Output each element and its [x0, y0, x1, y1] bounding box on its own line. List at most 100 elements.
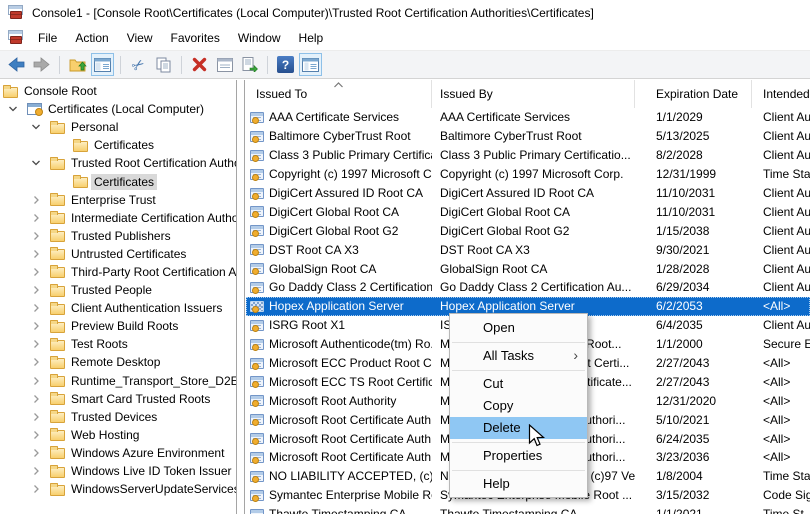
show-hide-action-pane-button[interactable] [299, 53, 322, 76]
certificate-icon [250, 168, 264, 181]
tree-item[interactable]: WindowsServerUpdateServices [0, 480, 236, 498]
context-menu-item-open[interactable]: Open [450, 317, 587, 339]
tree-item[interactable]: Windows Azure Environment [0, 444, 236, 462]
tree-item-label: Web Hosting [71, 427, 140, 442]
menu-bar: File Action View Favorites Window Help [0, 26, 810, 50]
expiration-date-cell: 1/15/2038 [656, 223, 710, 238]
certificate-row[interactable]: DigiCert Global Root G2 DigiCert Global … [246, 221, 810, 240]
back-button[interactable] [5, 53, 28, 76]
tree-item[interactable]: Third-Party Root Certification Authoriti… [0, 263, 236, 281]
certificate-row[interactable]: Go Daddy Class 2 Certification ... Go Da… [246, 278, 810, 297]
tree-expander-expanded-icon[interactable] [8, 104, 27, 114]
context-menu-item-all-tasks[interactable]: All Tasks › [450, 345, 587, 367]
menu-view[interactable]: View [118, 28, 162, 48]
tree-item[interactable]: Windows Live ID Token Issuer [0, 462, 236, 480]
menu-window[interactable]: Window [229, 28, 290, 48]
tree-item[interactable]: Smart Card Trusted Roots [0, 390, 236, 408]
column-header-intended-purposes[interactable]: Intended Purposes [752, 80, 810, 108]
certificate-row[interactable]: Thawte Timestamping CA Thawte Timestampi… [246, 505, 810, 514]
tree-item[interactable]: Certificates (Local Computer) [0, 100, 236, 118]
context-menu-item-properties[interactable]: Properties [450, 445, 587, 467]
tree-item[interactable]: Trusted Devices [0, 408, 236, 426]
context-menu-item-copy[interactable]: Copy [450, 395, 587, 417]
tree-expander-collapsed-icon[interactable] [31, 339, 50, 349]
copy-button[interactable] [152, 53, 175, 76]
tree-expander-collapsed-icon[interactable] [31, 321, 50, 331]
tree-expander-collapsed-icon[interactable] [31, 357, 50, 367]
tree-expander-collapsed-icon[interactable] [31, 484, 50, 494]
menu-file[interactable]: File [29, 28, 66, 48]
certificate-row[interactable]: DigiCert Assured ID Root CA DigiCert Ass… [246, 184, 810, 203]
folder-icon [50, 374, 68, 388]
certificate-icon [250, 357, 264, 370]
help-button[interactable]: ? [274, 53, 297, 76]
tree-item[interactable]: Client Authentication Issuers [0, 299, 236, 317]
tree-item[interactable]: Intermediate Certification Authorities [0, 209, 236, 227]
tree-item[interactable]: Enterprise Trust [0, 191, 236, 209]
context-menu-item-delete[interactable]: Delete [450, 417, 587, 439]
child-window-icon[interactable] [7, 30, 25, 46]
tree-item[interactable]: Personal [0, 118, 236, 136]
tree-item[interactable]: Web Hosting [0, 426, 236, 444]
tree-expander-collapsed-icon[interactable] [31, 303, 50, 313]
tree-item[interactable]: Untrusted Certificates [0, 245, 236, 263]
tree-item[interactable]: Trusted Publishers [0, 227, 236, 245]
tree-item[interactable]: Trusted Root Certification Authorities [0, 154, 236, 172]
column-header-issued-by[interactable]: Issued By [432, 80, 635, 108]
certificate-row[interactable]: DigiCert Global Root CA DigiCert Global … [246, 202, 810, 221]
tree-expander-collapsed-icon[interactable] [31, 376, 50, 386]
tree-expander-collapsed-icon[interactable] [31, 249, 50, 259]
forward-button[interactable] [30, 53, 53, 76]
properties-button[interactable] [213, 53, 236, 76]
certificate-row[interactable]: Copyright (c) 1997 Microsoft C... Copyri… [246, 165, 810, 184]
cut-button[interactable]: ✂ [127, 53, 150, 76]
expiration-date-cell: 8/2/2028 [656, 148, 703, 163]
tree-expander-collapsed-icon[interactable] [31, 285, 50, 295]
tree-item[interactable]: Certificates [0, 172, 236, 190]
menu-favorites[interactable]: Favorites [162, 28, 229, 48]
tree-item[interactable]: Trusted People [0, 281, 236, 299]
tree-expander-collapsed-icon[interactable] [31, 466, 50, 476]
tree-expander-collapsed-icon[interactable] [31, 195, 50, 205]
certificate-row[interactable]: Class 3 Public Primary Certificat... Cla… [246, 146, 810, 165]
tree-item[interactable]: Remote Desktop [0, 353, 236, 371]
tree-expander-expanded-icon[interactable] [31, 158, 50, 168]
certificate-icon [250, 244, 264, 257]
pane-splitter[interactable] [244, 80, 245, 514]
menu-help[interactable]: Help [290, 28, 333, 48]
show-hide-console-tree-button[interactable] [91, 53, 114, 76]
tree-item[interactable]: Console Root [0, 82, 236, 100]
tree-expander-collapsed-icon[interactable] [31, 267, 50, 277]
tree-item[interactable]: Certificates [0, 136, 236, 154]
tree-expander-collapsed-icon[interactable] [31, 231, 50, 241]
column-header-expiration-date[interactable]: Expiration Date [635, 80, 752, 108]
context-menu-item-cut[interactable]: Cut [450, 373, 587, 395]
certificate-row[interactable]: Baltimore CyberTrust Root Baltimore Cybe… [246, 127, 810, 146]
certificate-row[interactable]: AAA Certificate Services AAA Certificate… [246, 108, 810, 127]
tree-item[interactable]: Test Roots [0, 335, 236, 353]
submenu-arrow-icon: › [573, 347, 578, 363]
tree-item[interactable]: Preview Build Roots [0, 317, 236, 335]
up-one-level-button[interactable] [66, 53, 89, 76]
tree-item-label: Untrusted Certificates [71, 246, 187, 261]
tree-item-label: Trusted Devices [71, 409, 158, 424]
tree-item-label: Enterprise Trust [71, 192, 156, 207]
export-list-button[interactable] [238, 53, 261, 76]
context-menu-item-help[interactable]: Help [450, 473, 587, 495]
delete-button[interactable] [188, 53, 211, 76]
column-header-issued-to[interactable]: Issued To [246, 80, 432, 108]
tree-expander-collapsed-icon[interactable] [31, 412, 50, 422]
certificate-row[interactable]: GlobalSign Root CA GlobalSign Root CA 1/… [246, 259, 810, 278]
certificate-row[interactable]: DST Root CA X3 DST Root CA X3 9/30/2021 … [246, 240, 810, 259]
tree-item[interactable]: Runtime_Transport_Store_D2E6823... [0, 372, 236, 390]
tree-expander-expanded-icon[interactable] [31, 122, 50, 132]
tree-expander-collapsed-icon[interactable] [31, 430, 50, 440]
delete-x-icon [192, 57, 207, 72]
menu-action[interactable]: Action [66, 28, 117, 48]
back-arrow-icon [8, 57, 25, 72]
menu-separator [452, 341, 585, 343]
tree-item-label: Trusted Publishers [71, 228, 171, 243]
tree-expander-collapsed-icon[interactable] [31, 394, 50, 404]
tree-expander-collapsed-icon[interactable] [31, 213, 50, 223]
tree-expander-collapsed-icon[interactable] [31, 448, 50, 458]
